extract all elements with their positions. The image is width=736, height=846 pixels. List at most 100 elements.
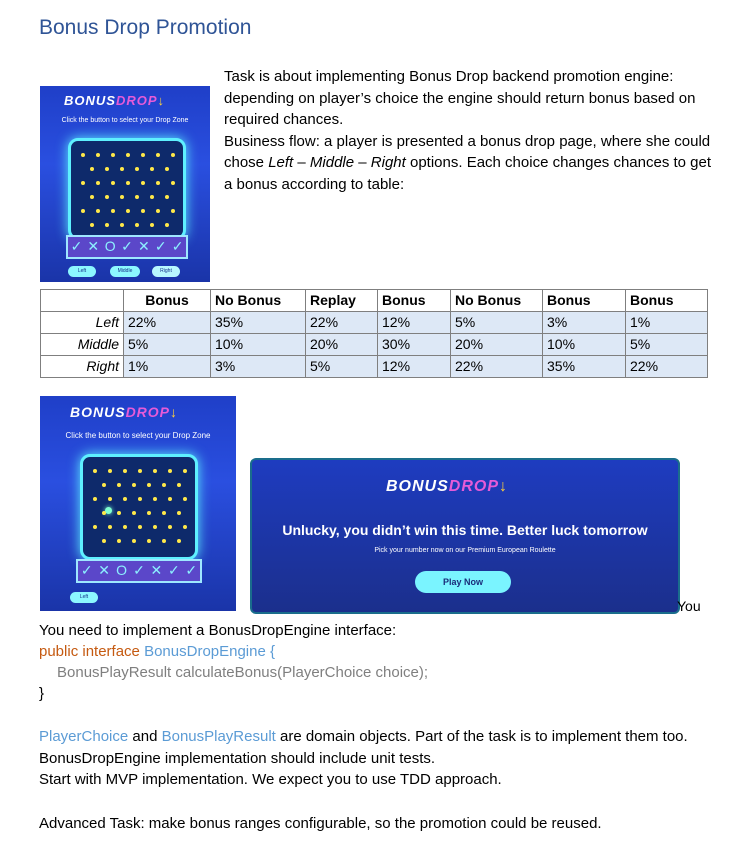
peg-dot — [183, 497, 187, 501]
result-banner: BONUSDROP↓ Unlucky, you didn’t win this … — [250, 458, 680, 614]
slot-mark: ✓ — [133, 562, 145, 578]
slot-mark: ✕ — [150, 562, 163, 578]
peg-dot — [138, 497, 142, 501]
peg-dot — [81, 209, 85, 213]
peg-dot — [177, 539, 181, 543]
peg-dot — [93, 469, 97, 473]
peg-dot — [102, 511, 106, 515]
table-cell: 12% — [377, 355, 451, 378]
peg-dot — [168, 525, 172, 529]
peg-dot — [153, 497, 157, 501]
page-title: Bonus Drop Promotion — [39, 16, 252, 39]
logo-bonus: BONUS — [386, 478, 449, 495]
row-label: Left — [40, 311, 124, 334]
drop-slots: ✓ ✕ O ✓ ✕ ✓ ✓ — [76, 559, 202, 583]
type-player-choice: PlayerChoice — [39, 728, 129, 745]
code-keyword: public interface — [39, 643, 140, 660]
peg-dot — [153, 469, 157, 473]
dash: – — [354, 154, 371, 171]
peg-dot — [135, 167, 139, 171]
intro-text: Task is about implementing Bonus Drop ba… — [224, 66, 714, 195]
arrow-down-icon: ↓ — [499, 478, 509, 495]
you-label: You — [677, 598, 701, 614]
choice-left: Left — [268, 154, 294, 171]
table-cell: 10% — [542, 333, 626, 356]
peg-dot — [105, 167, 109, 171]
table-cell: 22% — [625, 355, 708, 378]
peg-dot — [147, 539, 151, 543]
logo-drop: DROP — [115, 93, 158, 108]
peg-dot — [150, 167, 154, 171]
middle-button[interactable]: Middle — [110, 266, 140, 277]
code-type: PlayerChoice — [282, 664, 372, 681]
code-type: BonusDropEngine — [144, 643, 266, 660]
peg-dot — [132, 539, 136, 543]
code-close-line: } — [39, 685, 45, 702]
table-cell: 35% — [210, 311, 306, 334]
table-cell: 35% — [542, 355, 626, 378]
implement-line: You need to implement a BonusDropEngine … — [39, 622, 397, 639]
table-cell: 22% — [123, 311, 211, 334]
peg-dot — [165, 167, 169, 171]
slot-mark: ✕ — [138, 238, 150, 254]
peg-dot — [120, 167, 124, 171]
table-cell: 30% — [377, 333, 451, 356]
drop-ball-icon — [105, 507, 112, 514]
table-cell: 22% — [450, 355, 543, 378]
table-cell: 20% — [305, 333, 378, 356]
slot-mark: ✕ — [87, 238, 100, 254]
slot-mark: ✓ — [80, 562, 93, 578]
peg-dot — [111, 209, 115, 213]
peg-dot — [150, 223, 154, 227]
peg-dot — [138, 525, 142, 529]
code-method-line: BonusPlayResult calculateBonus(PlayerCho… — [57, 662, 428, 684]
peg-dot — [153, 525, 157, 529]
left-button[interactable]: Left — [68, 266, 96, 277]
peg-dot — [111, 153, 115, 157]
promo-image-1: BONUSDROP↓ Click the button to select yo… — [40, 86, 210, 282]
result-small-text: Pick your number now on our Premium Euro… — [374, 547, 556, 554]
code-interface-line: public interface BonusDropEngine { — [39, 641, 275, 663]
promo-subtitle: Click the button to select your Drop Zon… — [61, 117, 189, 124]
peg-dot — [126, 209, 130, 213]
peg-dot — [156, 153, 160, 157]
header-cell: No Bonus — [210, 289, 306, 312]
table-cell: 1% — [625, 311, 708, 334]
peg-dot — [177, 483, 181, 487]
header-cell: Bonus — [377, 289, 451, 312]
peg-dot — [171, 153, 175, 157]
logo-drop: DROP — [125, 404, 171, 420]
peg-dot — [138, 469, 142, 473]
peg-dot — [81, 181, 85, 185]
bonus-drop-logo: BONUSDROP↓ — [64, 93, 165, 108]
right-button[interactable]: Right — [152, 266, 180, 277]
play-now-button[interactable]: Play Now — [415, 571, 511, 593]
peg-dot — [141, 209, 145, 213]
bonus-chances-table: Bonus No Bonus Replay Bonus No Bonus Bon… — [40, 289, 708, 378]
code-brace: { — [265, 643, 276, 660]
table-header-row: Bonus No Bonus Replay Bonus No Bonus Bon… — [40, 289, 708, 312]
peg-dot — [102, 483, 106, 487]
peg-dot — [165, 195, 169, 199]
mvp-line: Start with MVP implementation. We expect… — [39, 771, 502, 788]
peg-dot — [102, 539, 106, 543]
peg-dot — [123, 469, 127, 473]
peg-dot — [168, 497, 172, 501]
slot-mark: ✓ — [70, 238, 83, 254]
slot-mark: ✓ — [185, 562, 198, 578]
peg-dot — [123, 497, 127, 501]
peg-dot — [183, 469, 187, 473]
peg-dot — [90, 167, 94, 171]
peg-dot — [162, 539, 166, 543]
peg-dot — [108, 469, 112, 473]
code-type: BonusPlayResult — [57, 664, 172, 681]
table-cell: 20% — [450, 333, 543, 356]
slot-mark: ✓ — [121, 238, 133, 254]
peg-dot — [120, 195, 124, 199]
slot-mark: ✕ — [98, 562, 110, 578]
peg-dot — [132, 511, 136, 515]
header-cell — [40, 289, 124, 312]
left-button[interactable]: Left — [70, 592, 98, 603]
peg-dot — [177, 511, 181, 515]
promo-subtitle: Click the button to select your Drop Zon… — [65, 431, 211, 440]
